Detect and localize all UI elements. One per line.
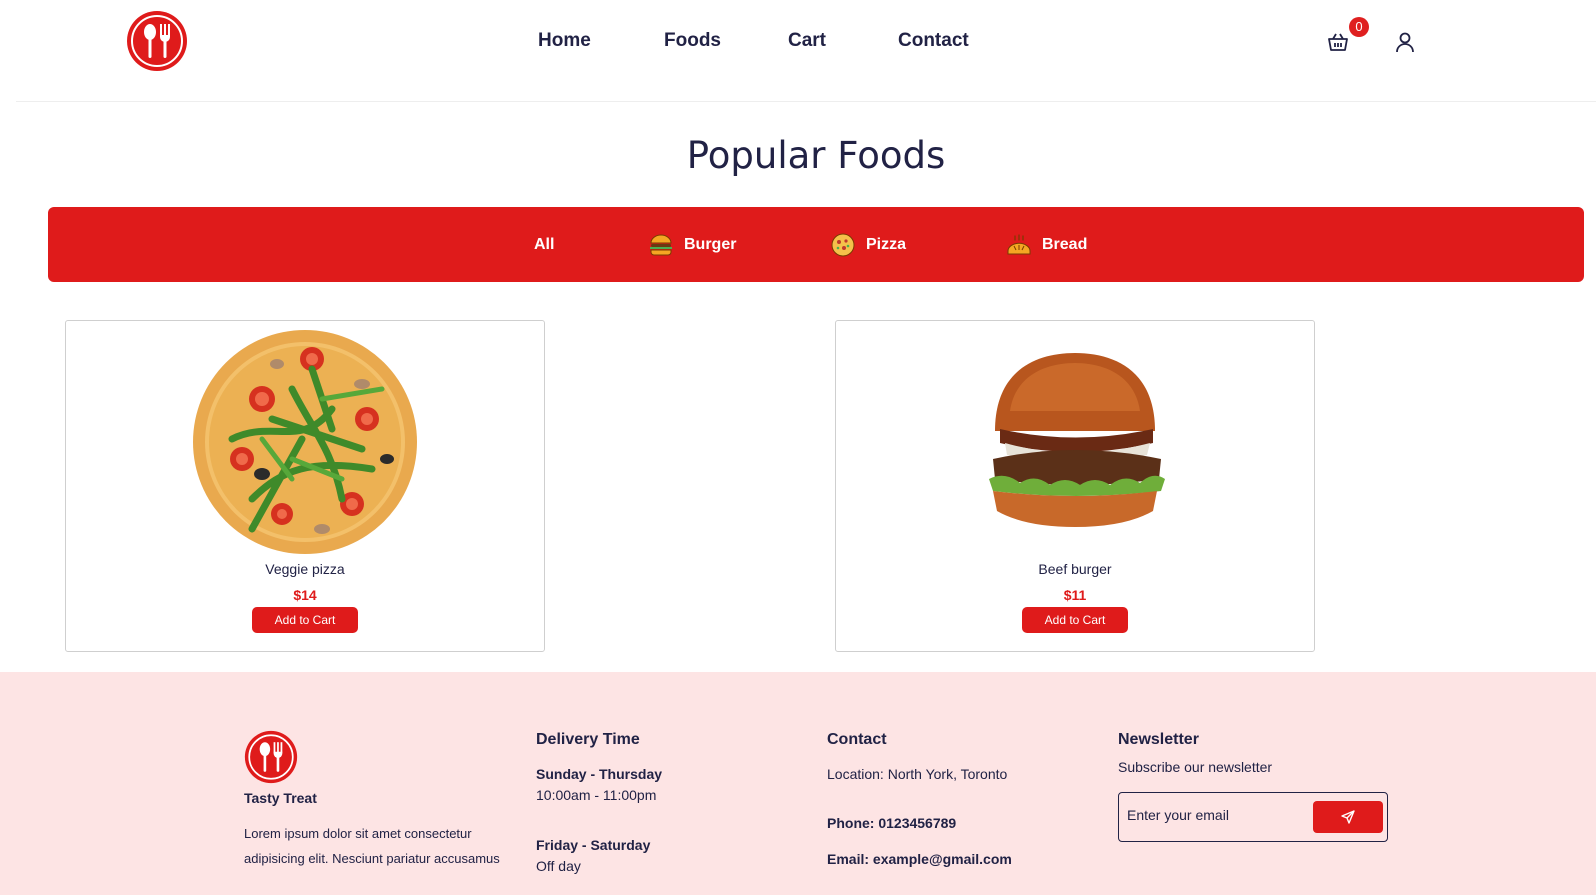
newsletter-subtitle: Subscribe our newsletter — [1118, 759, 1273, 775]
category-label: Burger — [684, 235, 737, 253]
burger-icon — [650, 234, 672, 255]
product-card-beef-burger: Beef burger $11 Add to Cart — [835, 320, 1315, 652]
category-label: Pizza — [866, 235, 907, 253]
nav-contact[interactable]: Contact — [898, 30, 969, 52]
product-name: Beef burger — [1038, 561, 1112, 577]
category-label: All — [534, 235, 555, 253]
product-card-veggie-pizza: Veggie pizza $14 Add to Cart — [65, 320, 545, 652]
main-nav: Home Foods Cart Contact — [16, 0, 1596, 82]
delivery-heading: Delivery Time — [536, 731, 640, 748]
category-all-button[interactable]: All — [534, 207, 554, 282]
footer-description-line1: Lorem ipsum dolor sit amet consectetur — [244, 826, 472, 841]
add-to-cart-button[interactable]: Add to Cart — [252, 607, 358, 633]
newsletter-send-button[interactable] — [1313, 801, 1383, 833]
category-pizza-button[interactable]: Pizza — [830, 207, 906, 282]
add-to-cart-button[interactable]: Add to Cart — [1022, 607, 1128, 633]
product-name: Veggie pizza — [265, 561, 345, 577]
product-price: $14 — [293, 587, 317, 603]
contact-phone: Phone: 0123456789 — [827, 815, 957, 831]
pizza-icon — [831, 233, 855, 256]
site-header: Home Foods Cart Contact 0 — [16, 0, 1596, 102]
footer-logo-icon — [244, 730, 298, 784]
category-label: Bread — [1042, 235, 1088, 253]
delivery-time-2: Off day — [536, 858, 581, 874]
newsletter-form — [1118, 792, 1388, 842]
pizza-image — [193, 330, 417, 554]
nav-home[interactable]: Home — [538, 30, 591, 52]
bread-icon — [1007, 233, 1031, 254]
contact-heading: Contact — [827, 731, 887, 748]
category-bread-button[interactable]: Bread — [1006, 207, 1087, 282]
footer-brand: Tasty Treat — [244, 790, 317, 806]
category-burger-button[interactable]: Burger — [648, 207, 736, 282]
nav-foods[interactable]: Foods — [664, 30, 721, 52]
site-footer: Tasty Treat Lorem ipsum dolor sit amet c… — [0, 672, 1596, 895]
cart-basket-icon[interactable] — [1326, 30, 1350, 54]
user-icon[interactable] — [1393, 30, 1417, 54]
delivery-days-2: Friday - Saturday — [536, 837, 651, 853]
product-price: $11 — [1063, 587, 1087, 603]
burger-image — [989, 353, 1165, 527]
delivery-time-1: 10:00am - 11:00pm — [536, 787, 657, 803]
cart-count-badge: 0 — [1349, 17, 1369, 37]
footer-description-line2: adipisicing elit. Nesciunt pariatur accu… — [244, 851, 500, 866]
contact-location: Location: North York, Toronto — [827, 766, 1008, 782]
send-icon — [1341, 810, 1355, 824]
delivery-days-1: Sunday - Thursday — [536, 766, 663, 782]
nav-cart[interactable]: Cart — [788, 30, 826, 52]
category-filter-bar: All Burger Pizza Bread — [48, 207, 1584, 282]
section-title: Popular Foods — [686, 134, 946, 177]
newsletter-email-input[interactable] — [1127, 803, 1307, 827]
newsletter-heading: Newsletter — [1118, 731, 1199, 748]
contact-email: Email: example@gmail.com — [827, 851, 1012, 867]
